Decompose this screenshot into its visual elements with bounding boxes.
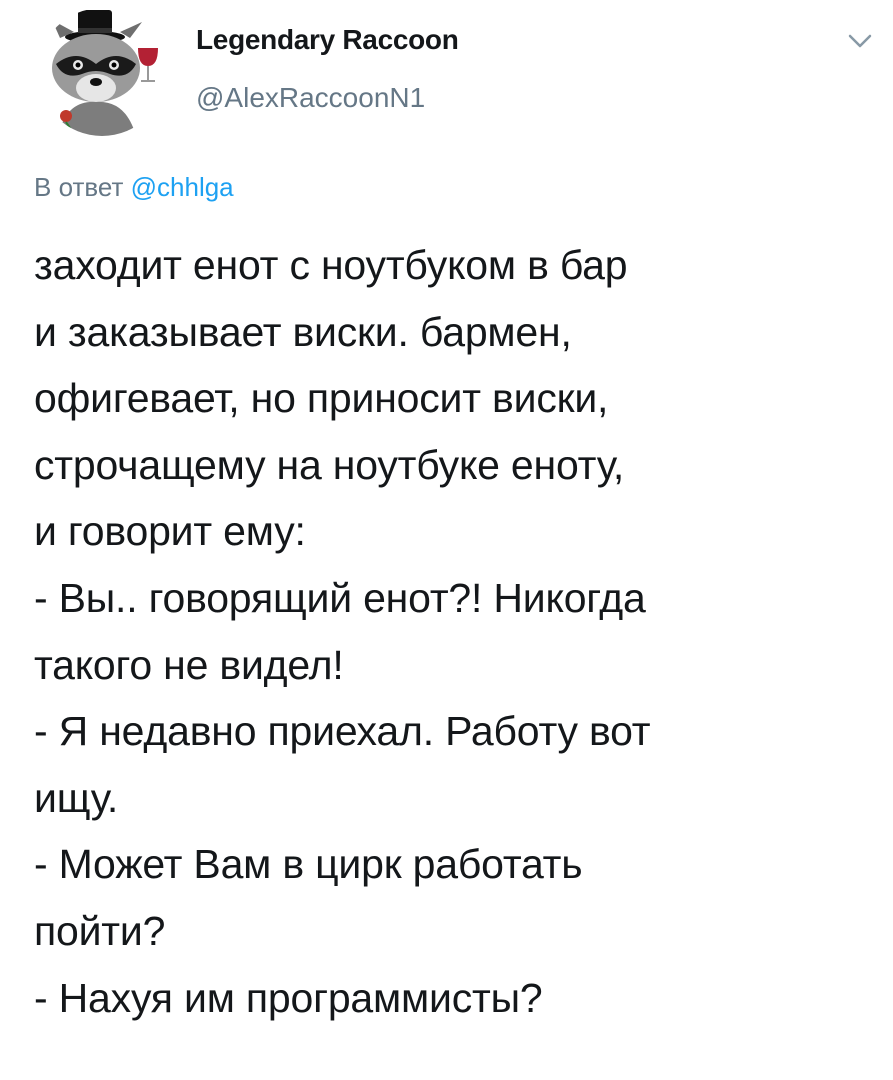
tweet-text-line: - Вы.. говорящий енот?! Никогда — [34, 574, 646, 621]
tweet-text-line: и заказывает виски. бармен, — [34, 308, 572, 355]
tweet-text-line: такого не видел! — [34, 641, 344, 688]
tweet-menu-button[interactable] — [846, 30, 874, 52]
tweet-text: заходит енот с ноутбуком в бар и заказыв… — [34, 232, 884, 1031]
reply-prefix: В ответ — [34, 172, 124, 202]
tweet: Legendary Raccoon @AlexRaccoonN1 В ответ… — [0, 0, 893, 1080]
tweet-text-line: - Может Вам в цирк работать — [34, 841, 583, 888]
raccoon-top-hat-avatar-icon — [52, 10, 158, 136]
reply-mention-link[interactable]: @chhlga — [131, 172, 234, 202]
tweet-text-line: - Я недавно приехал. Работу вот — [34, 708, 651, 755]
chevron-down-icon — [848, 34, 872, 48]
tweet-text-line: заходит енот с ноутбуком в бар — [34, 242, 628, 288]
tweet-text-line: - Нахуя им программисты? — [34, 974, 543, 1021]
tweet-text-line: офигевает, но приносит виски, — [34, 375, 609, 422]
avatar[interactable] — [38, 8, 166, 136]
author-display-name[interactable]: Legendary Raccoon — [196, 24, 459, 56]
tweet-text-line: строчащему на ноутбуке еноту, — [34, 441, 625, 488]
author-handle[interactable]: @AlexRaccoonN1 — [196, 82, 425, 114]
reply-context: В ответ @chhlga — [34, 172, 234, 203]
tweet-text-line: и говорит ему: — [34, 508, 306, 555]
tweet-text-line: ищу. — [34, 774, 119, 821]
tweet-text-line: пойти? — [34, 907, 166, 954]
